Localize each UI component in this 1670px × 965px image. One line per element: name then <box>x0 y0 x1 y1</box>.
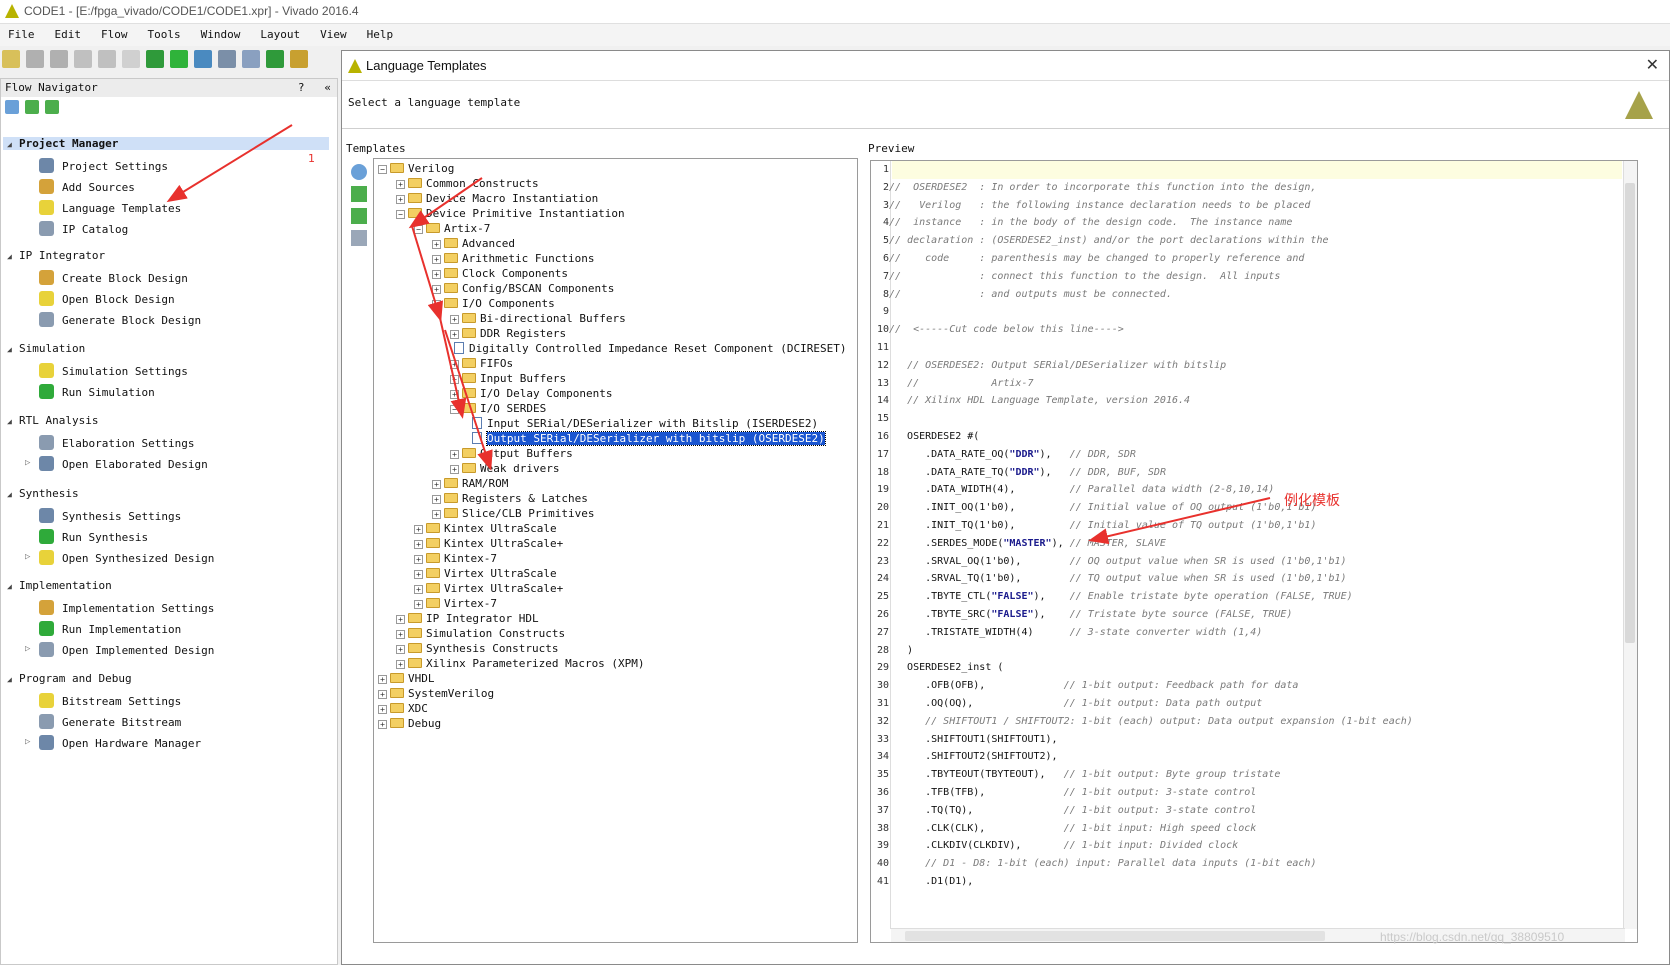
annotation-arrows <box>166 124 1271 545</box>
blog-watermark: https://blog.csdn.net/qq_38809510 <box>1380 930 1565 944</box>
annotation-step-number: 1 <box>308 152 315 165</box>
arrow-to-io-components <box>411 225 443 322</box>
arrow-to-io-serdes <box>439 317 467 419</box>
arrow-to-language-templates <box>166 124 293 203</box>
arrow-to-instance-template <box>1088 497 1271 545</box>
arrow-to-device-primitive <box>408 177 483 229</box>
arrow-to-oserdese2 <box>444 329 493 471</box>
annotation-instance-template: 例化模板 <box>1284 493 1340 509</box>
